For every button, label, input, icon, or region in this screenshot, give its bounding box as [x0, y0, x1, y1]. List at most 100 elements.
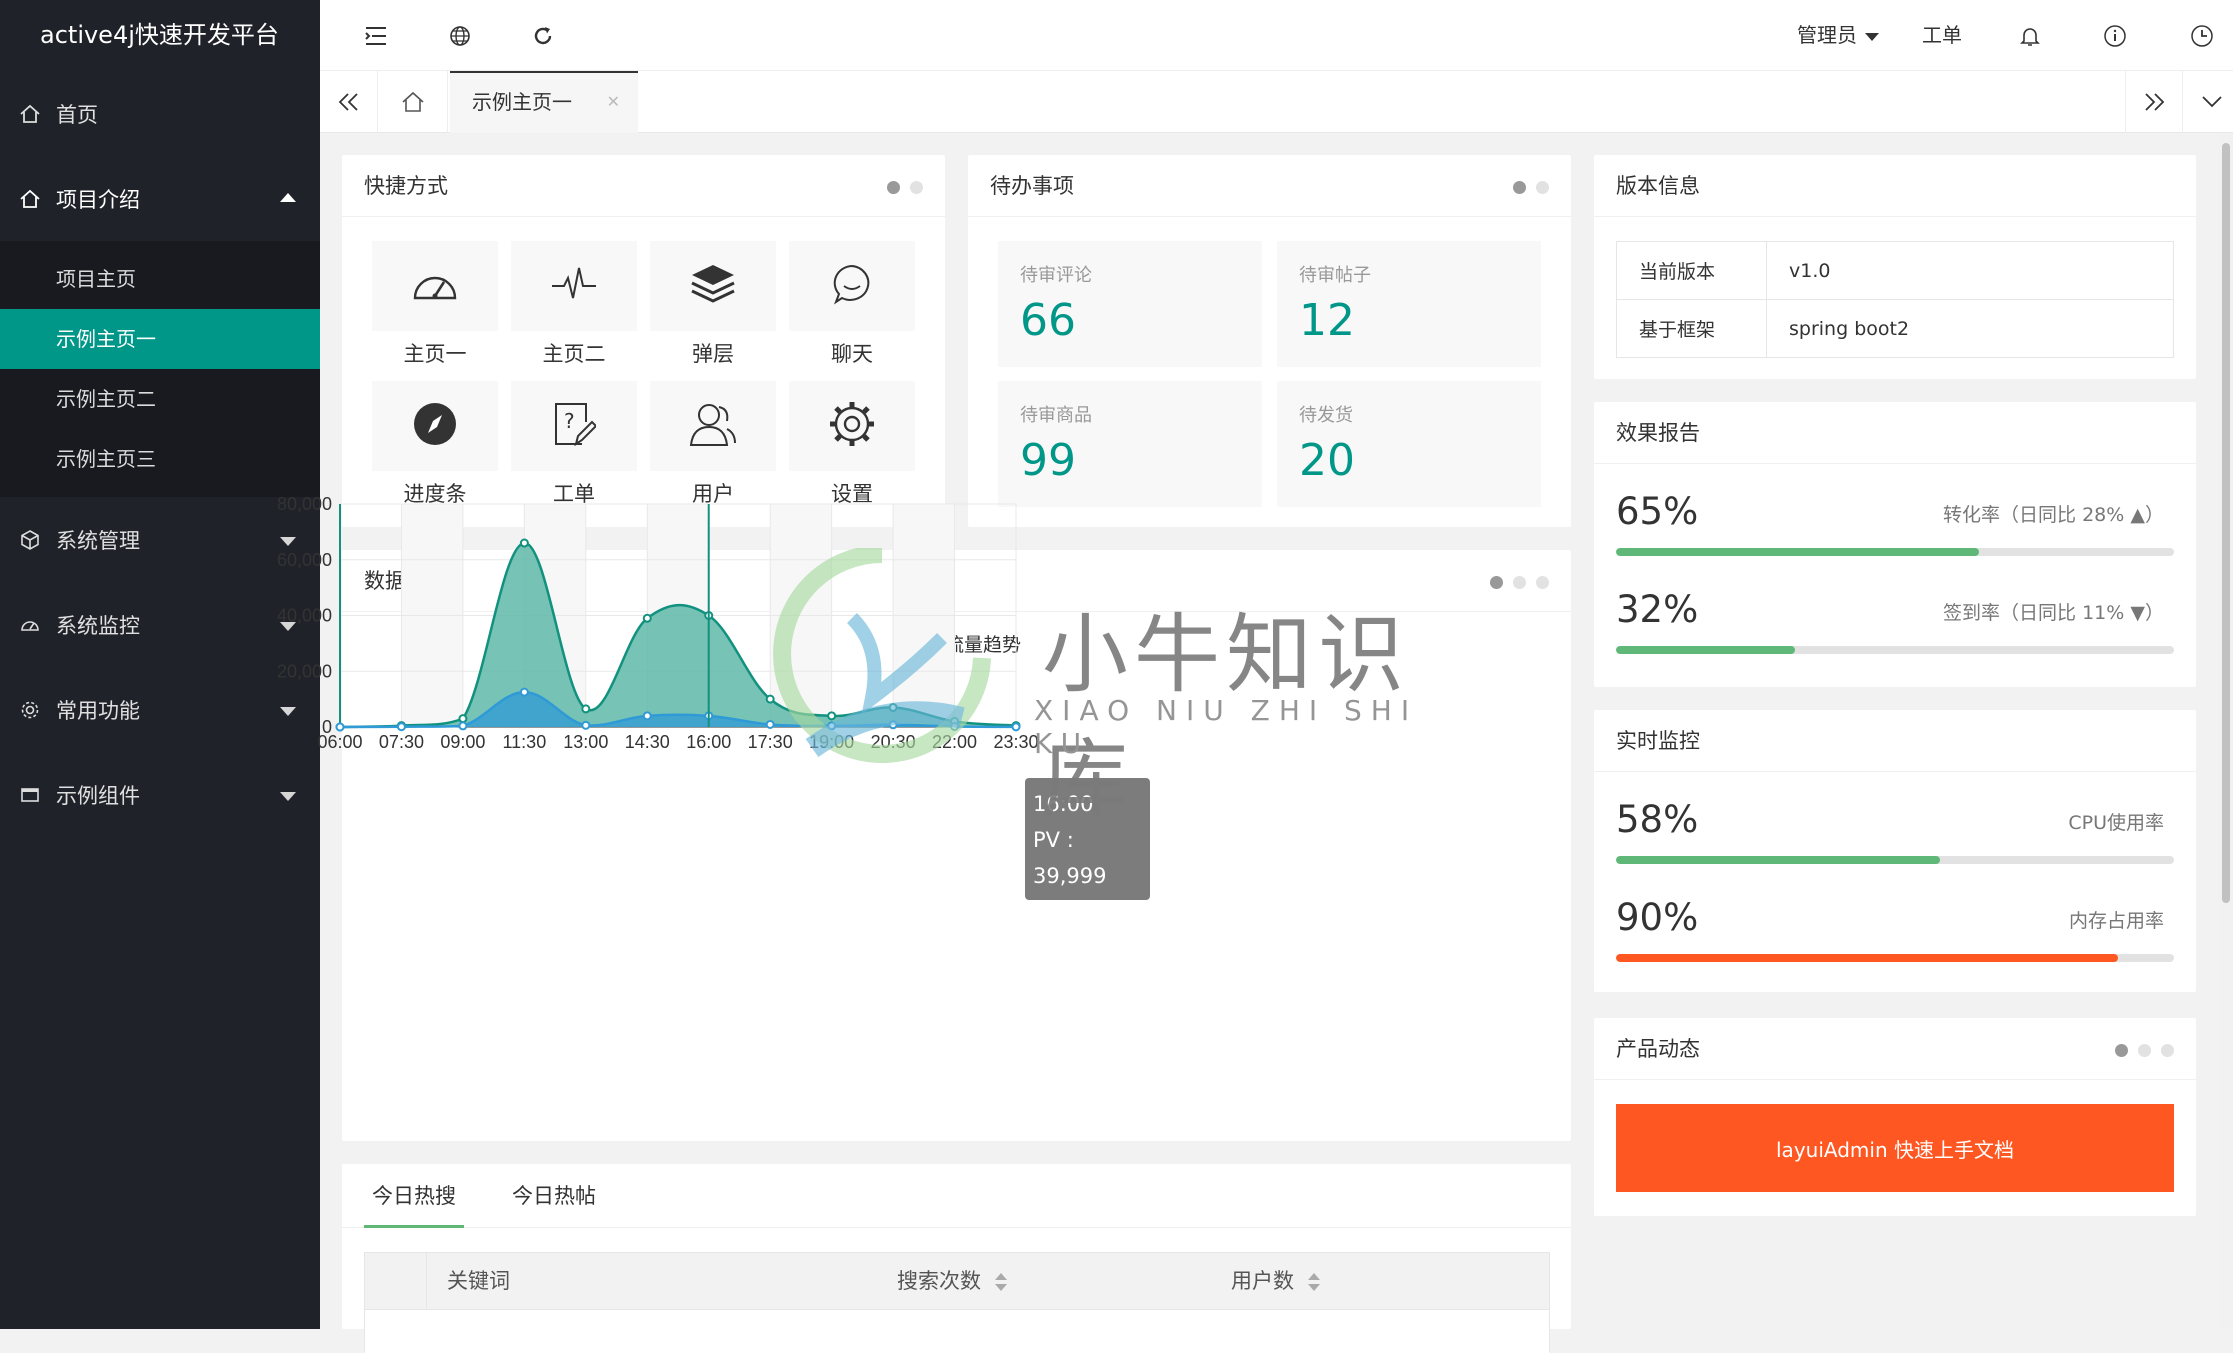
progress-fill	[1616, 646, 1795, 654]
tabs-scroll-right-button[interactable]	[2125, 71, 2183, 133]
app-title: active4j快速开发平台	[0, 0, 320, 71]
shortcut-chat[interactable]: 聊天	[789, 241, 915, 368]
chat-icon	[830, 262, 874, 310]
data-point-pv[interactable]	[581, 704, 591, 714]
carousel-dots[interactable]	[1513, 181, 1549, 194]
shortcut-home-two[interactable]: 主页二	[511, 241, 637, 368]
tabs-menu-button[interactable]	[2183, 71, 2233, 133]
shortcut-settings[interactable]: 设置	[789, 381, 915, 508]
shortcut-workorder[interactable]: ? 工单	[511, 381, 637, 508]
workorder-link[interactable]: 工单	[1922, 0, 1962, 71]
data-point-uv[interactable]	[888, 720, 898, 730]
card-title-text: 待办事项	[990, 174, 1074, 198]
sidebar-subitem-example-two[interactable]: 示例主页二	[0, 369, 320, 429]
sidebar-item-common[interactable]: 常用功能	[0, 667, 320, 752]
carousel-dots[interactable]	[887, 181, 923, 194]
sidebar-subitem-example-three[interactable]: 示例主页三	[0, 429, 320, 489]
data-point-uv[interactable]	[581, 720, 591, 730]
todo-item-goods[interactable]: 待审商品 99	[998, 381, 1262, 507]
column-header-search-count[interactable]: 搜索次数	[897, 1253, 1007, 1309]
tab-today-search[interactable]: 今日热搜	[364, 1164, 464, 1228]
sidebar-item-home[interactable]: 首页	[0, 71, 320, 156]
version-key: 当前版本	[1616, 241, 1767, 300]
sidebar-item-label: 项目介绍	[56, 187, 140, 212]
tabs-scroll-left-button[interactable]	[320, 71, 378, 133]
page-scrollbar[interactable]	[2219, 133, 2233, 1329]
monitor-value: 90%	[1616, 896, 1699, 939]
monitor-label: CPU使用率	[2068, 812, 2164, 834]
todo-value: 66	[1020, 295, 1076, 346]
sidebar-subitem-project-home[interactable]: 项目主页	[0, 249, 320, 309]
user-menu[interactable]: 管理员	[1797, 0, 1879, 71]
shortcut-user[interactable]: 用户	[650, 381, 776, 508]
sidebar-item-monitor[interactable]: 系统监控	[0, 582, 320, 667]
x-tick-label: 07:30	[379, 732, 424, 752]
tab-current[interactable]: 示例主页一 ✕	[450, 71, 638, 133]
column-header-keyword[interactable]: 关键词	[447, 1253, 510, 1309]
shortcut-home-one[interactable]: 主页一	[372, 241, 498, 368]
x-tick-label: 23:30	[993, 732, 1038, 752]
card-title-text: 效果报告	[1616, 421, 1700, 445]
data-point-uv[interactable]	[827, 721, 837, 731]
user-name: 管理员	[1797, 23, 1857, 47]
traffic-chart[interactable]: 今日流量趋势 020,00040,00060,00080,000 06:00 07…	[277, 494, 1571, 1141]
globe-icon[interactable]	[444, 20, 476, 52]
close-icon[interactable]: ✕	[607, 73, 620, 131]
data-point-uv[interactable]	[458, 721, 468, 731]
refresh-icon[interactable]	[527, 20, 559, 52]
tab-today-posts[interactable]: 今日热帖	[512, 1164, 596, 1228]
data-point-pv[interactable]	[642, 613, 652, 623]
shortcut-label: 主页二	[542, 342, 606, 366]
sidebar-item-system[interactable]: 系统管理	[0, 497, 320, 582]
scrollbar-thumb[interactable]	[2222, 143, 2230, 903]
carousel-dots[interactable]	[2115, 1044, 2174, 1057]
table-row	[365, 1309, 1549, 1353]
todo-item-comments[interactable]: 待审评论 66	[998, 241, 1262, 367]
data-point-pv[interactable]	[888, 702, 898, 712]
shortcut-layer[interactable]: 弹层	[650, 241, 776, 368]
sidebar-item-components[interactable]: 示例组件	[0, 752, 320, 837]
bell-icon[interactable]	[2014, 20, 2046, 52]
version-card: 版本信息 当前版本 v1.0 基于框架 spring boot2	[1594, 155, 2196, 379]
card-title: 版本信息	[1594, 155, 2196, 217]
chevron-up-icon	[280, 192, 296, 202]
data-point-uv[interactable]	[335, 722, 345, 732]
data-point-uv[interactable]	[642, 711, 652, 721]
hot-card: 今日热搜 今日热帖 关键词 搜索次数 用户数	[342, 1164, 1571, 1353]
todo-item-shipping[interactable]: 待发货 20	[1277, 381, 1541, 507]
table-index-header	[365, 1253, 427, 1309]
x-tick-label: 20:30	[871, 732, 916, 752]
data-point-uv[interactable]	[1011, 722, 1021, 732]
monitor-card: 实时监控 58% CPU使用率 90% 内存占用率	[1594, 710, 2196, 992]
hot-tabs: 今日热搜 今日热帖	[342, 1164, 1571, 1228]
column-header-users[interactable]: 用户数	[1231, 1253, 1320, 1309]
report-value: 32%	[1616, 588, 1699, 631]
monitor-progress-bar	[1616, 954, 2174, 962]
sidebar: active4j快速开发平台 首页 项目介绍 项目主页 示例主页一 示例主页二 …	[0, 0, 320, 1329]
data-point-pv[interactable]	[519, 538, 529, 548]
data-point-uv[interactable]	[765, 719, 775, 729]
version-value: v1.0	[1766, 241, 2174, 300]
data-point-uv[interactable]	[519, 687, 529, 697]
sidebar-item-project[interactable]: 项目介绍	[0, 156, 320, 241]
data-point-pv[interactable]	[827, 711, 837, 721]
sort-icon[interactable]	[995, 1273, 1007, 1291]
todo-item-posts[interactable]: 待审帖子 12	[1277, 241, 1541, 367]
data-point-pv[interactable]	[765, 694, 775, 704]
todo-label: 待发货	[1299, 405, 1353, 426]
pulse-icon	[550, 264, 598, 308]
chart-x-axis: 06:00 07:30 09:00 11:30 13:00 14:30 16:00 17:30…	[317, 726, 1039, 752]
data-point-pv[interactable]	[458, 714, 468, 724]
docs-button[interactable]: layuiAdmin 快速上手文档	[1616, 1104, 2174, 1192]
data-point-uv[interactable]	[950, 721, 960, 731]
clock-icon[interactable]	[2186, 20, 2218, 52]
sidebar-subitem-example-one[interactable]: 示例主页一	[0, 309, 320, 369]
sort-icon[interactable]	[1308, 1273, 1320, 1291]
shortcut-progress[interactable]: 进度条	[372, 381, 498, 508]
data-point-uv[interactable]	[396, 722, 406, 732]
gauge-icon	[18, 613, 42, 637]
menu-toggle-icon[interactable]	[360, 20, 392, 52]
tooltip-x: 16:00	[1033, 792, 1094, 816]
info-icon[interactable]	[2099, 20, 2131, 52]
tab-home[interactable]	[378, 71, 448, 133]
